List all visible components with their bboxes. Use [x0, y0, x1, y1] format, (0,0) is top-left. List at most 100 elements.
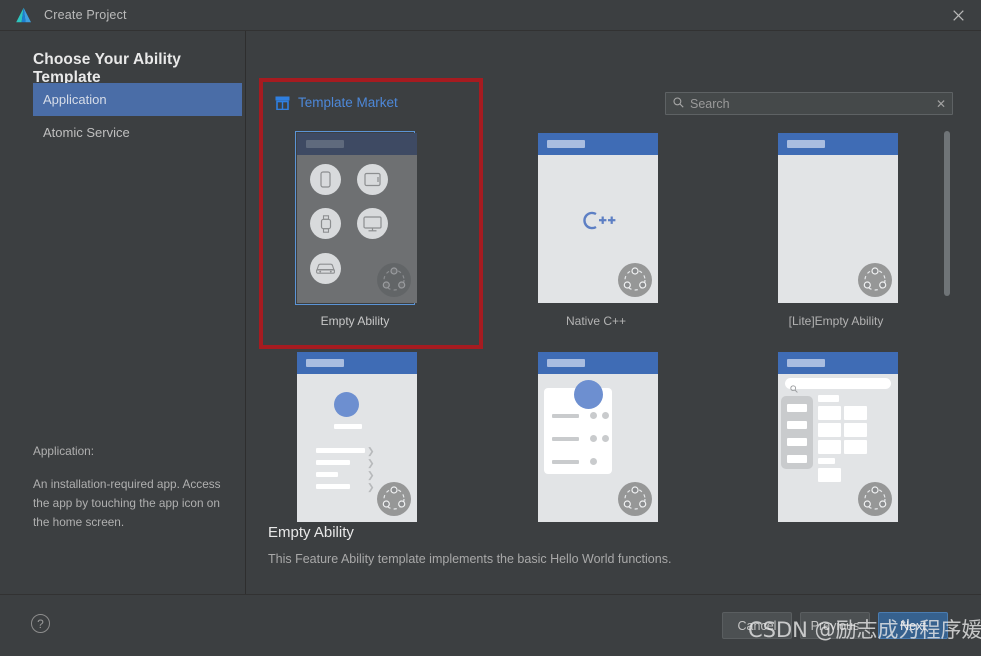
mock-titlebar [297, 352, 417, 374]
mock-line [316, 460, 350, 465]
description-body: An installation-required app. Access the… [33, 475, 233, 532]
template-card-login[interactable]: ❯ ❯ ❯ ❯ [295, 350, 415, 533]
project-type-list: Application Atomic Service [33, 83, 242, 149]
template-card-label: Native C++ [536, 314, 656, 328]
create-project-dialog: Create Project Choose Your Ability Templ… [0, 0, 981, 656]
template-thumbnail-frame [776, 350, 896, 524]
next-button[interactable]: Next [878, 612, 948, 639]
mock-line [787, 421, 807, 429]
template-thumbnail-devices [297, 133, 417, 303]
mock-pill [306, 140, 344, 148]
mock-body: ❯ ❯ ❯ ❯ [297, 374, 417, 522]
title-bar: Create Project [0, 0, 981, 31]
template-thumbnail-frame [776, 131, 896, 305]
project-type-atomic-service[interactable]: Atomic Service [33, 116, 242, 149]
mock-avatar [574, 380, 603, 409]
template-content-panel: Template Market ✕ [247, 31, 981, 594]
distributed-badge-icon [618, 482, 652, 516]
template-thumbnail-login: ❯ ❯ ❯ ❯ [297, 352, 417, 522]
mock-body [297, 155, 417, 303]
chevron-right-icon: ❯ [367, 459, 375, 468]
mock-titlebar [538, 352, 658, 374]
template-card-lite-empty-ability[interactable]: [Lite]Empty Ability [776, 131, 896, 328]
mock-titlebar [297, 133, 417, 155]
template-card-profile[interactable] [536, 350, 656, 533]
mock-line [787, 438, 807, 446]
watch-icon [310, 208, 341, 239]
mock-pill [547, 140, 585, 148]
mock-body [538, 155, 658, 303]
mock-tile [818, 423, 841, 437]
mock-line [818, 395, 839, 402]
mock-dot [602, 435, 609, 442]
chevron-right-icon: ❯ [367, 483, 375, 492]
mock-dot [590, 412, 597, 419]
car-icon [310, 253, 341, 284]
device-grid [297, 155, 417, 303]
close-icon[interactable] [935, 0, 981, 31]
selected-template-description: Empty Ability This Feature Ability templ… [268, 524, 828, 566]
template-card-empty-ability[interactable]: Empty Ability [295, 131, 415, 328]
previous-button[interactable]: Previous [800, 612, 870, 639]
help-icon[interactable]: ? [31, 614, 50, 633]
mock-pill [787, 140, 825, 148]
mock-line [552, 437, 579, 441]
mock-line [316, 484, 350, 489]
template-card-catalog[interactable] [776, 350, 896, 533]
template-card-native-cpp[interactable]: Native C++ [536, 131, 656, 328]
left-panel: Choose Your Ability Template Application… [0, 31, 246, 594]
project-type-label: Atomic Service [43, 125, 130, 140]
template-thumbnail-catalog [778, 352, 898, 522]
deveco-logo-icon [6, 7, 40, 23]
template-thumbnail-frame [536, 350, 656, 524]
distributed-badge-icon [377, 482, 411, 516]
template-thumbnail-frame [536, 131, 656, 305]
chevron-right-icon: ❯ [367, 471, 375, 480]
template-thumbnail-blank [778, 133, 898, 303]
window-title: Create Project [44, 8, 127, 22]
mock-dot [590, 435, 597, 442]
cancel-button[interactable]: Cancel [722, 612, 792, 639]
mock-line [787, 404, 807, 412]
template-thumbnail-frame [295, 131, 415, 305]
mock-tile [844, 423, 867, 437]
tv-icon [357, 208, 388, 239]
mock-tile [818, 468, 841, 482]
mock-tile [844, 406, 867, 420]
mock-search-bar [785, 378, 891, 389]
mock-line [316, 472, 338, 477]
dialog-footer: ? Cancel Previous Next [0, 594, 981, 656]
selected-template-subtitle: This Feature Ability template implements… [268, 552, 828, 566]
mock-line [552, 414, 579, 418]
project-type-label: Application [43, 92, 107, 107]
template-thumbnail-cpp [538, 133, 658, 303]
mock-line [818, 458, 835, 464]
distributed-badge-icon [858, 263, 892, 297]
cpp-logo-icon [579, 210, 617, 237]
distributed-badge-icon [618, 263, 652, 297]
template-thumbnail-profile [538, 352, 658, 522]
phone-icon [310, 164, 341, 195]
tablet-icon [357, 164, 388, 195]
mock-body [778, 374, 898, 522]
mock-titlebar [778, 352, 898, 374]
mock-body [538, 374, 658, 522]
mock-titlebar [778, 133, 898, 155]
mock-dot [590, 458, 597, 465]
template-thumbnail-frame: ❯ ❯ ❯ ❯ [295, 350, 415, 524]
mock-pill [547, 359, 585, 367]
mock-tile [818, 406, 841, 420]
mock-titlebar [538, 133, 658, 155]
template-card-label: [Lite]Empty Ability [776, 314, 896, 328]
mock-dot [602, 412, 609, 419]
mock-pill [787, 359, 825, 367]
template-grid-scrollbar-thumb[interactable] [944, 131, 950, 296]
project-type-description: Application: An installation-required ap… [33, 442, 233, 532]
description-title: Application: [33, 442, 233, 461]
distributed-badge-icon [377, 263, 411, 297]
project-type-application[interactable]: Application [33, 83, 242, 116]
mock-body [778, 155, 898, 303]
template-grid: Empty Ability [247, 31, 981, 594]
mock-line [787, 455, 807, 463]
distributed-badge-icon [858, 482, 892, 516]
